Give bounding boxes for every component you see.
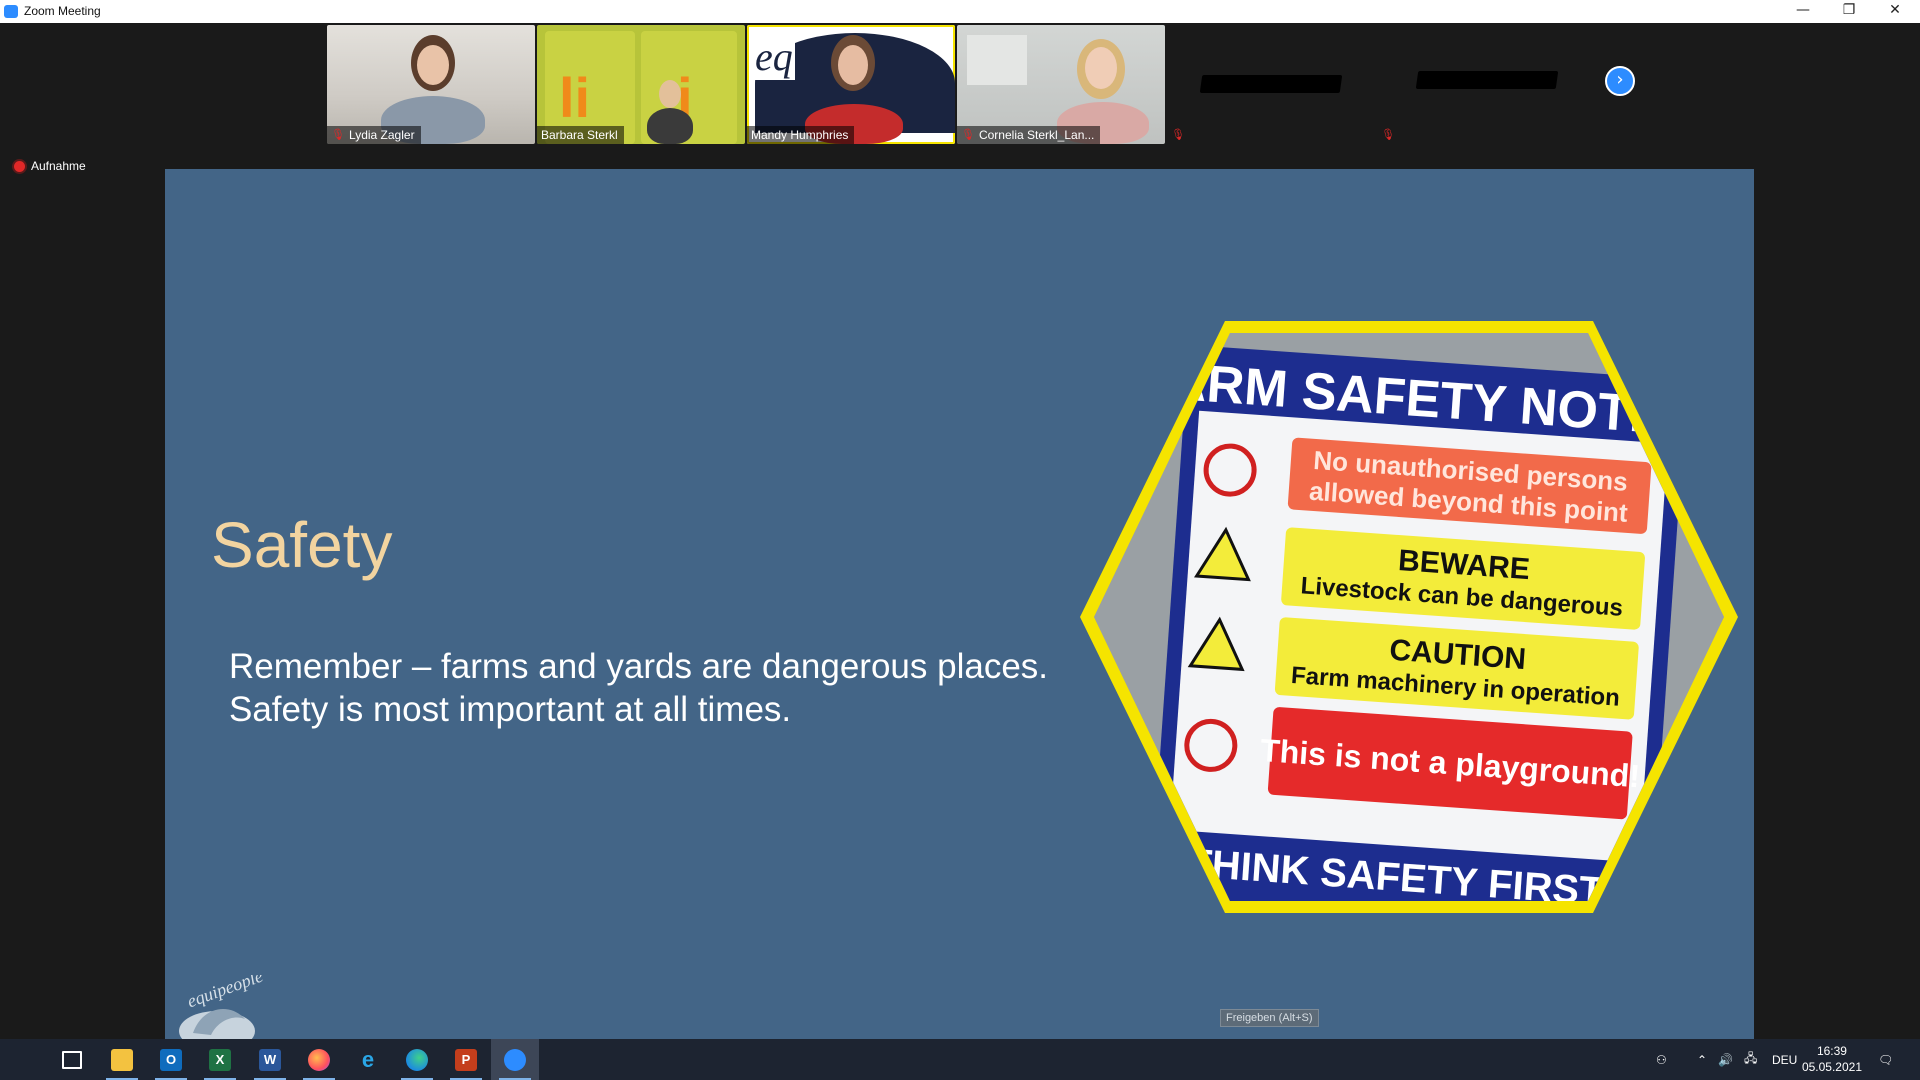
participant-name: Mandy Humphries bbox=[747, 126, 855, 144]
participant-name: 🎙 bbox=[1377, 126, 1405, 144]
taskbar-excel[interactable]: X bbox=[196, 1039, 244, 1080]
folder-icon bbox=[111, 1048, 133, 1071]
shared-slide: Safety Remember – farms and yards are da… bbox=[165, 169, 1754, 1062]
slide-body-line: Remember – farms and yards are dangerous… bbox=[229, 647, 1049, 686]
participant-tile-lydia[interactable]: 🎙 Lydia Zagler bbox=[327, 25, 535, 144]
taskbar-edge[interactable] bbox=[393, 1039, 441, 1080]
taskbar-internet-explorer[interactable]: e bbox=[344, 1039, 392, 1080]
taskbar-file-explorer[interactable] bbox=[98, 1039, 146, 1080]
zoom-icon bbox=[504, 1048, 526, 1071]
network-icon[interactable]: 🖧 bbox=[1744, 1039, 1757, 1080]
clock-date: 05.05.2021 bbox=[1801, 1060, 1862, 1074]
taskbar-zoom[interactable] bbox=[491, 1039, 539, 1080]
internet-explorer-icon: e bbox=[361, 1046, 375, 1072]
participant-tile-cornelia[interactable]: 🎙 Cornelia Sterkl_Lan... bbox=[957, 25, 1165, 144]
mic-muted-icon: 🎙 bbox=[1171, 128, 1185, 141]
redacted-name-bar bbox=[1199, 75, 1343, 93]
mic-muted-icon: 🎙 bbox=[331, 128, 345, 141]
mic-muted-icon: 🎙 bbox=[1381, 128, 1395, 141]
farm-safety-sign-image: ARM SAFETY NOTIC No unauthorised persons… bbox=[1080, 321, 1738, 913]
slide-title: Safety bbox=[211, 509, 393, 581]
taskbar-outlook[interactable]: O bbox=[147, 1039, 195, 1080]
meeting-area: 🎙 Lydia Zagler li j Barbara Sterkl eq Man… bbox=[0, 23, 1920, 1062]
system-clock[interactable]: 16:39 05.05.2021 bbox=[1802, 1043, 1862, 1075]
outlook-icon: O bbox=[160, 1048, 182, 1071]
close-button[interactable]: ✕ bbox=[1872, 0, 1918, 22]
participant-tile-mandy[interactable]: eq Mandy Humphries bbox=[747, 25, 955, 144]
windows-taskbar: O X W e P ⚇ ⌃ 🔊 🖧 DEU 16:39 05.05.2021 🗨 bbox=[0, 1039, 1920, 1080]
windows-logo-icon bbox=[15, 1051, 33, 1069]
edge-icon bbox=[406, 1048, 428, 1071]
restore-button[interactable]: ❐ bbox=[1826, 0, 1872, 22]
language-indicator[interactable]: DEU bbox=[1772, 1039, 1797, 1080]
participant-name: 🎙 Lydia Zagler bbox=[327, 126, 421, 144]
notification-icon[interactable]: 🗨 bbox=[1878, 1039, 1893, 1080]
window-title: Zoom Meeting bbox=[24, 4, 101, 18]
share-tooltip: Freigeben (Alt+S) bbox=[1220, 1009, 1319, 1027]
participant-tile-barbara[interactable]: li j Barbara Sterkl bbox=[537, 25, 745, 144]
chevron-up-icon[interactable]: ⌃ bbox=[1697, 1039, 1707, 1080]
people-icon[interactable]: ⚇ bbox=[1656, 1039, 1667, 1080]
participant-tile-video-off[interactable]: 🎙 bbox=[1167, 25, 1375, 144]
participant-name: 🎙 bbox=[1167, 126, 1195, 144]
task-view-icon bbox=[62, 1050, 82, 1069]
recording-label: Aufnahme bbox=[31, 159, 86, 173]
taskbar-firefox[interactable] bbox=[295, 1039, 343, 1080]
next-page-arrow-icon[interactable]: › bbox=[1605, 66, 1635, 96]
volume-icon[interactable]: 🔊 bbox=[1718, 1039, 1733, 1080]
svg-text:equipeople: equipeople bbox=[184, 975, 265, 1011]
participant-name: 🎙 Cornelia Sterkl_Lan... bbox=[957, 126, 1101, 144]
participant-name: Barbara Sterkl bbox=[537, 126, 624, 144]
start-button[interactable] bbox=[0, 1039, 48, 1080]
powerpoint-icon: P bbox=[455, 1048, 477, 1071]
minimize-button[interactable]: — bbox=[1780, 0, 1826, 22]
participant-tile-video-off[interactable]: 🎙 bbox=[1377, 25, 1585, 144]
recording-indicator[interactable]: Aufnahme bbox=[14, 159, 86, 173]
redacted-name-bar bbox=[1415, 71, 1559, 89]
title-bar: Zoom Meeting — ❐ ✕ bbox=[0, 0, 1920, 24]
taskbar-powerpoint[interactable]: P bbox=[442, 1039, 490, 1080]
mic-muted-icon: 🎙 bbox=[961, 128, 975, 141]
word-icon: W bbox=[259, 1048, 281, 1071]
zoom-app-icon bbox=[4, 5, 18, 18]
excel-icon: X bbox=[209, 1048, 231, 1071]
slide-body: Remember – farms and yards are dangerous… bbox=[229, 645, 1048, 731]
clock-time: 16:39 bbox=[1816, 1044, 1847, 1058]
taskbar-word[interactable]: W bbox=[246, 1039, 294, 1080]
record-dot-icon bbox=[14, 160, 25, 172]
slide-body-line: Safety is most important at all times. bbox=[229, 690, 792, 729]
firefox-icon bbox=[308, 1048, 330, 1071]
task-view-button[interactable] bbox=[48, 1039, 96, 1080]
